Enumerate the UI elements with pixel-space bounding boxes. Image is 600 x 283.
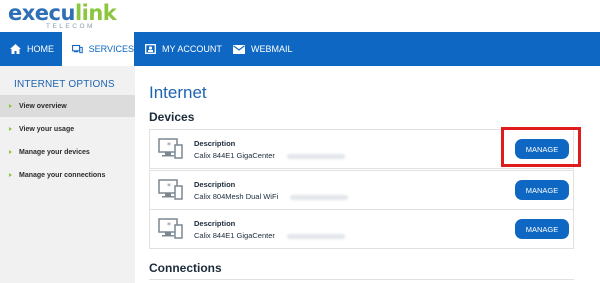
sidebar-item-manage-devices[interactable]: Manage your devices xyxy=(0,141,135,163)
redacted-serial xyxy=(286,233,345,239)
logo-part-2: link xyxy=(74,1,117,25)
device-icon: * xyxy=(158,218,183,239)
sidebar-item-manage-connections[interactable]: Manage your connections xyxy=(0,164,135,186)
manage-button[interactable]: MANAGE xyxy=(515,219,569,239)
sidebar-item-label: Manage your connections xyxy=(19,171,106,179)
main-navbar: HOME SERVICES MY ACCOUNT WEBMAIL xyxy=(0,32,600,66)
highlight-annotation xyxy=(501,127,581,167)
mail-icon xyxy=(233,44,245,54)
services-icon xyxy=(72,44,83,54)
redacted-serial xyxy=(290,194,349,200)
device-card: * Description Calix 844E1 GigaCenter MAN… xyxy=(149,209,574,249)
connections-panel-edge xyxy=(149,279,574,283)
svg-text:*: * xyxy=(167,182,171,191)
device-icon: * xyxy=(158,179,183,200)
device-description-label: Description xyxy=(194,180,236,189)
page-title: Internet xyxy=(149,83,207,102)
devices-heading: Devices xyxy=(149,110,195,124)
sidebar-item-label: Manage your devices xyxy=(19,148,90,156)
arrow-right-icon xyxy=(9,127,12,131)
logo-tagline: TELECOM xyxy=(46,23,95,30)
home-icon xyxy=(10,44,21,54)
arrow-right-icon xyxy=(9,173,12,177)
account-icon xyxy=(145,44,156,54)
nav-services-label: SERVICES xyxy=(88,44,134,54)
svg-text:*: * xyxy=(167,221,171,230)
redacted-serial xyxy=(286,153,345,159)
device-card: * Description Calix 804Mesh Dual WiFi MA… xyxy=(149,170,574,210)
nav-webmail[interactable]: WEBMAIL xyxy=(233,32,293,66)
device-description-label: Description xyxy=(194,219,236,228)
manage-button[interactable]: MANAGE xyxy=(515,180,569,200)
nav-my-account[interactable]: MY ACCOUNT xyxy=(145,32,222,66)
sidebar-title: INTERNET OPTIONS xyxy=(14,79,115,90)
device-description-value: Calix 844E1 GigaCenter xyxy=(194,151,345,160)
nav-webmail-label: WEBMAIL xyxy=(251,44,293,54)
sidebar-item-view-overview[interactable]: View overview xyxy=(0,95,135,117)
nav-home-label: HOME xyxy=(27,44,54,54)
logo-part-1: execu xyxy=(8,1,75,25)
arrow-right-icon xyxy=(9,104,12,108)
nav-home[interactable]: HOME xyxy=(0,32,62,66)
device-model: Calix 844E1 GigaCenter xyxy=(194,231,275,240)
sidebar: INTERNET OPTIONS View overview View your… xyxy=(0,66,135,283)
device-model: Calix 844E1 GigaCenter xyxy=(194,151,275,160)
sidebar-item-label: View overview xyxy=(19,102,67,110)
device-description-value: Calix 844E1 GigaCenter xyxy=(194,231,345,240)
arrow-right-icon xyxy=(9,150,12,154)
device-description-label: Description xyxy=(194,139,236,148)
logo-wordmark: execulink xyxy=(8,2,118,24)
device-icon: * xyxy=(158,138,183,159)
device-description-value: Calix 804Mesh Dual WiFi xyxy=(194,192,349,201)
nav-services[interactable]: SERVICES xyxy=(62,32,134,66)
svg-text:*: * xyxy=(167,141,171,150)
sidebar-item-view-usage[interactable]: View your usage xyxy=(0,118,135,140)
device-model: Calix 804Mesh Dual WiFi xyxy=(194,192,279,201)
execulink-logo[interactable]: execulink TELECOM xyxy=(8,2,118,32)
sidebar-item-label: View your usage xyxy=(19,125,75,133)
connections-heading: Connections xyxy=(149,261,222,275)
nav-my-account-label: MY ACCOUNT xyxy=(162,44,222,54)
